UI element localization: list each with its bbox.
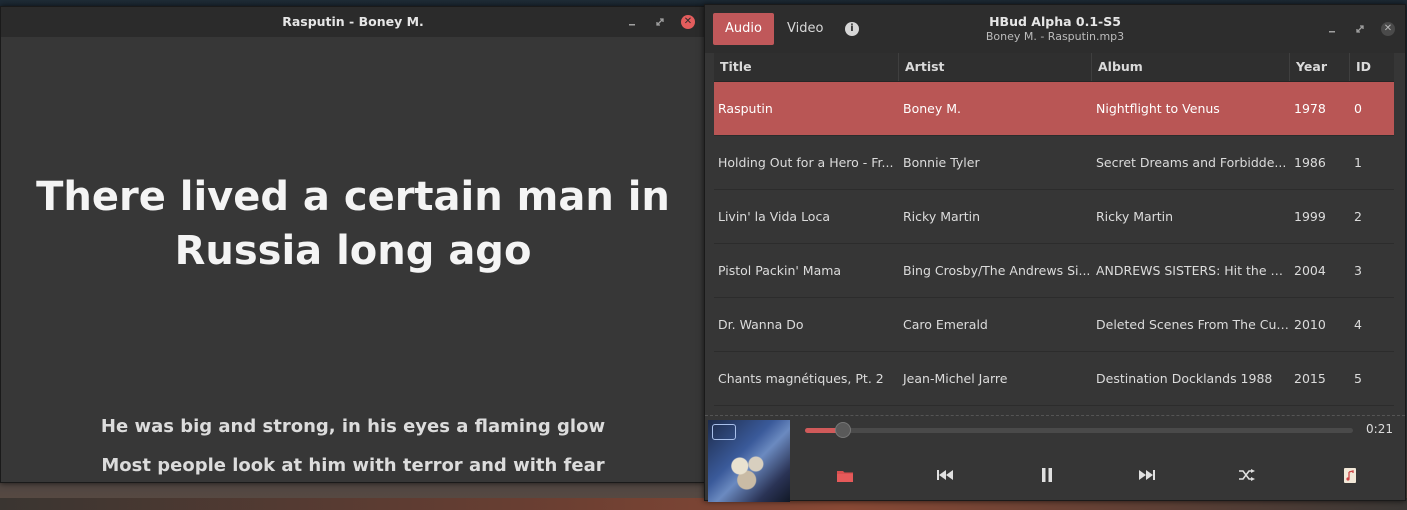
track-table: Title Artist Album Year ID Rasputin Bone…	[714, 53, 1394, 406]
table-row[interactable]: Dr. Wanna Do Caro Emerald Deleted Scenes…	[714, 298, 1394, 352]
track-artist: Bing Crosby/The Andrews Si...	[903, 263, 1091, 278]
track-album: ANDREWS SISTERS: Hit the R...	[1096, 263, 1290, 278]
track-album: Destination Docklands 1988	[1096, 371, 1273, 386]
track-year: 1999	[1294, 209, 1326, 224]
table-row[interactable]: Rasputin Boney M. Nightflight to Venus 1…	[714, 82, 1394, 136]
column-header-title[interactable]: Title	[714, 53, 899, 81]
track-year: 2004	[1294, 263, 1326, 278]
table-row[interactable]: Chants magnétiques, Pt. 2 Jean-Michel Ja…	[714, 352, 1394, 406]
track-id: 4	[1354, 317, 1362, 332]
track-title: Chants magnétiques, Pt. 2	[718, 371, 884, 386]
album-art-logo	[712, 424, 736, 440]
track-artist: Jean-Michel Jarre	[903, 371, 1008, 386]
app-title: HBud Alpha 0.1-S5	[989, 14, 1121, 29]
lyrics-window-controls: ✕	[625, 15, 695, 29]
current-lyric-line: There lived a certain man in Russia long…	[36, 174, 670, 274]
player-window: Audio Video i HBud Alpha 0.1-S5 Boney M.…	[704, 4, 1406, 502]
minimize-icon[interactable]	[1325, 22, 1339, 36]
track-artist: Boney M.	[903, 101, 961, 116]
track-album: Deleted Scenes From The Cut...	[1096, 317, 1290, 332]
seek-bar[interactable]	[805, 422, 1353, 438]
table-row[interactable]: Pistol Packin' Mama Bing Crosby/The Andr…	[714, 244, 1394, 298]
player-headerbar: Audio Video i HBud Alpha 0.1-S5 Boney M.…	[705, 5, 1405, 53]
track-year: 1978	[1294, 101, 1326, 116]
track-title: Rasputin	[718, 101, 773, 116]
track-title: Livin' la Vida Loca	[718, 209, 830, 224]
track-artist: Caro Emerald	[903, 317, 988, 332]
track-title: Pistol Packin' Mama	[718, 263, 842, 278]
column-header-id[interactable]: ID	[1350, 53, 1394, 81]
pause-icon[interactable]	[1038, 466, 1056, 484]
track-id: 2	[1354, 209, 1362, 224]
track-year: 1986	[1294, 155, 1326, 170]
seek-bar-handle[interactable]	[835, 422, 852, 438]
column-header-album[interactable]: Album	[1092, 53, 1290, 81]
next-icon[interactable]	[1138, 466, 1156, 484]
maximize-icon[interactable]	[1353, 22, 1367, 36]
lyrics-window: Rasputin - Boney M. ✕ There lived a cert…	[0, 6, 706, 483]
column-header-artist[interactable]: Artist	[899, 53, 1092, 81]
track-id: 5	[1354, 371, 1362, 386]
track-year: 2015	[1294, 371, 1326, 386]
table-row[interactable]: Livin' la Vida Loca Ricky Martin Ricky M…	[714, 190, 1394, 244]
track-artist: Bonnie Tyler	[903, 155, 980, 170]
track-album: Nightflight to Venus	[1096, 101, 1220, 116]
track-id: 1	[1354, 155, 1362, 170]
track-album: Secret Dreams and Forbidde...	[1096, 155, 1287, 170]
close-icon[interactable]: ✕	[1381, 22, 1395, 36]
lyrics-window-title: Rasputin - Boney M.	[282, 14, 424, 29]
track-title: Holding Out for a Hero - Fr...	[718, 155, 894, 170]
shuffle-icon[interactable]	[1238, 466, 1256, 484]
next-lyric-line: Most people look at him with terror and …	[101, 455, 605, 476]
player-controls-area: 0:21	[705, 415, 1405, 502]
track-artist: Ricky Martin	[903, 209, 981, 224]
close-icon[interactable]: ✕	[681, 15, 695, 29]
previous-icon[interactable]	[936, 466, 954, 484]
now-playing-file: Boney M. - Rasputin.mp3	[985, 30, 1125, 43]
album-art-figures	[726, 450, 772, 490]
folder-icon[interactable]	[836, 466, 854, 484]
track-album: Ricky Martin	[1096, 209, 1174, 224]
playlist-icon[interactable]	[1341, 466, 1359, 484]
track-title: Dr. Wanna Do	[718, 317, 804, 332]
column-header-year[interactable]: Year	[1290, 53, 1350, 81]
track-id: 0	[1354, 101, 1362, 116]
player-window-controls: ✕	[1325, 22, 1395, 36]
next-lyric-line: He was big and strong, in his eyes a fla…	[100, 416, 606, 437]
maximize-icon[interactable]	[653, 15, 667, 29]
table-row[interactable]: Holding Out for a Hero - Fr... Bonnie Ty…	[714, 136, 1394, 190]
track-id: 3	[1354, 263, 1362, 278]
table-header: Title Artist Album Year ID	[714, 53, 1394, 82]
elapsed-time: 0:21	[1366, 422, 1393, 436]
lyrics-titlebar: Rasputin - Boney M. ✕	[1, 7, 705, 37]
minimize-icon[interactable]	[625, 15, 639, 29]
track-year: 2010	[1294, 317, 1326, 332]
album-art	[708, 420, 790, 502]
